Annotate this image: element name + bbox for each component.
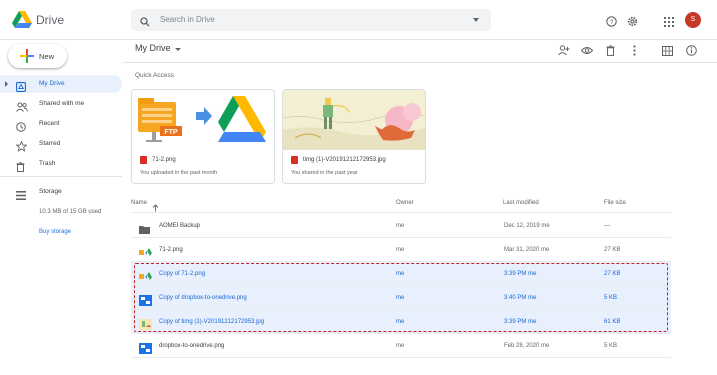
- image-file-icon: [139, 317, 152, 335]
- file-owner: me: [396, 295, 405, 301]
- file-name: 71-2.png: [159, 247, 183, 253]
- sidebar-item-starred[interactable]: Starred: [0, 135, 122, 153]
- image-file-icon: [139, 269, 152, 287]
- column-header-owner[interactable]: Owner: [396, 200, 414, 206]
- sidebar-item-label: Storage: [39, 188, 62, 195]
- file-size: 5 KB: [604, 295, 618, 301]
- file-modified: Feb 28, 2020 me: [504, 343, 550, 349]
- avatar[interactable]: S: [685, 12, 701, 28]
- preview-eye-icon[interactable]: [580, 43, 594, 61]
- sidebar-item-label: My Drive: [39, 80, 65, 87]
- more-vert-icon[interactable]: [633, 43, 636, 61]
- folder-icon: [139, 221, 150, 239]
- storage-used-text: 10.3 MB of 15 GB used: [39, 209, 102, 215]
- file-size: 27 KB: [604, 271, 621, 277]
- new-button[interactable]: New: [8, 44, 67, 68]
- file-name: Copy of timg (1)-V20191212172953.jpg: [159, 319, 265, 325]
- column-header-modified[interactable]: Last modified: [503, 200, 539, 206]
- file-name: Copy of dropbox-to-onedrive.png: [159, 295, 247, 301]
- settings-icon[interactable]: [627, 14, 638, 32]
- sidebar-item-recent[interactable]: Recent: [0, 115, 122, 133]
- file-modified: Mar 31, 2020 me: [504, 247, 550, 253]
- column-header-name[interactable]: Name: [131, 200, 147, 206]
- sidebar-item-my-drive[interactable]: My Drive: [0, 75, 122, 93]
- file-owner: me: [396, 247, 405, 253]
- help-icon[interactable]: ?: [606, 14, 617, 32]
- drive-logo-icon[interactable]: [12, 11, 32, 34]
- table-row[interactable]: Copy of dropbox-to-onedrive.png me 3:40 …: [131, 286, 671, 310]
- card-file-name: timg (1)-V20191212172953.jpg: [303, 157, 386, 163]
- share-person-icon[interactable]: [558, 43, 570, 61]
- expand-arrow-icon[interactable]: [5, 81, 8, 87]
- file-name: AOMEI Backup: [159, 223, 201, 229]
- image-file-icon: [140, 156, 147, 164]
- image-file-icon: [139, 293, 152, 311]
- table-row[interactable]: AOMEI Backup me Dec 12, 2019 me —: [131, 214, 671, 238]
- ftp-thumb-label: FTP: [164, 129, 178, 136]
- file-owner: me: [396, 319, 405, 325]
- quick-access-card[interactable]: FTP 71-2.png You uploaded in the past mo…: [131, 89, 275, 184]
- quick-access-card[interactable]: timg (1)-V20191212172953.jpg You shared …: [282, 89, 426, 184]
- file-size: 61 KB: [604, 319, 621, 325]
- top-bar: Drive Search in Drive ? S: [0, 0, 717, 40]
- sidebar-item-storage[interactable]: Storage: [0, 183, 122, 201]
- file-thumbnail: [283, 90, 425, 150]
- info-icon[interactable]: [686, 43, 697, 61]
- column-header-size[interactable]: File size: [604, 200, 626, 206]
- search-placeholder: Search in Drive: [160, 15, 215, 24]
- toolbar-divider: [123, 62, 717, 63]
- image-file-icon: [139, 341, 152, 359]
- file-name: Copy of 71-2.png: [159, 271, 206, 277]
- buy-storage-link[interactable]: Buy storage: [39, 229, 71, 235]
- sidebar-item-trash[interactable]: Trash: [0, 155, 122, 173]
- card-file-name: 71-2.png: [152, 157, 176, 163]
- apps-grid-icon[interactable]: [664, 14, 674, 32]
- search-options-icon[interactable]: [473, 18, 479, 22]
- table-header-divider: [131, 212, 671, 213]
- sidebar-item-label: Trash: [39, 160, 56, 167]
- search-icon[interactable]: [140, 14, 150, 32]
- file-thumbnail: FTP: [132, 90, 274, 150]
- sidebar-divider: [0, 176, 122, 177]
- image-file-icon: [139, 245, 152, 263]
- file-owner: me: [396, 223, 405, 229]
- image-file-icon: [291, 156, 298, 164]
- search-input[interactable]: Search in Drive: [131, 9, 491, 31]
- page-title[interactable]: My Drive: [135, 43, 171, 53]
- file-modified: 3:39 PM me: [504, 271, 537, 277]
- file-name: dropbox-to-onedrive.png: [159, 343, 225, 349]
- trash-icon: [16, 159, 25, 177]
- file-modified: 3:40 PM me: [504, 295, 537, 301]
- app-name[interactable]: Drive: [36, 13, 64, 27]
- new-button-label: New: [39, 52, 55, 61]
- card-subtitle: You uploaded in the past month: [140, 170, 218, 176]
- file-modified: 3:39 PM me: [504, 319, 537, 325]
- table-row[interactable]: Copy of timg (1)-V20191212172953.jpg me …: [131, 310, 671, 334]
- grid-view-icon[interactable]: [662, 43, 673, 61]
- card-subtitle: You shared in the past year: [291, 170, 358, 176]
- table-row[interactable]: Copy of 71-2.png me 3:39 PM me 27 KB: [131, 262, 671, 286]
- chevron-down-icon[interactable]: [175, 48, 181, 51]
- file-owner: me: [396, 271, 405, 277]
- quick-access-title: Quick Access: [135, 72, 175, 79]
- table-row[interactable]: dropbox-to-onedrive.png me Feb 28, 2020 …: [131, 334, 671, 358]
- table-row[interactable]: 71-2.png me Mar 31, 2020 me 27 KB: [131, 238, 671, 262]
- svg-text:?: ?: [610, 19, 614, 26]
- sidebar-item-label: Starred: [39, 140, 61, 147]
- sidebar-item-label: Shared with me: [39, 100, 85, 107]
- file-size: 5 KB: [604, 343, 618, 349]
- storage-icon: [16, 187, 26, 205]
- file-owner: me: [396, 343, 405, 349]
- delete-icon[interactable]: [606, 43, 615, 61]
- file-size: —: [604, 223, 610, 229]
- file-modified: Dec 12, 2019 me: [504, 223, 550, 229]
- sidebar-item-shared[interactable]: Shared with me: [0, 95, 122, 113]
- sidebar-item-label: Recent: [39, 120, 60, 127]
- file-size: 27 KB: [604, 247, 621, 253]
- plus-icon: [20, 49, 34, 68]
